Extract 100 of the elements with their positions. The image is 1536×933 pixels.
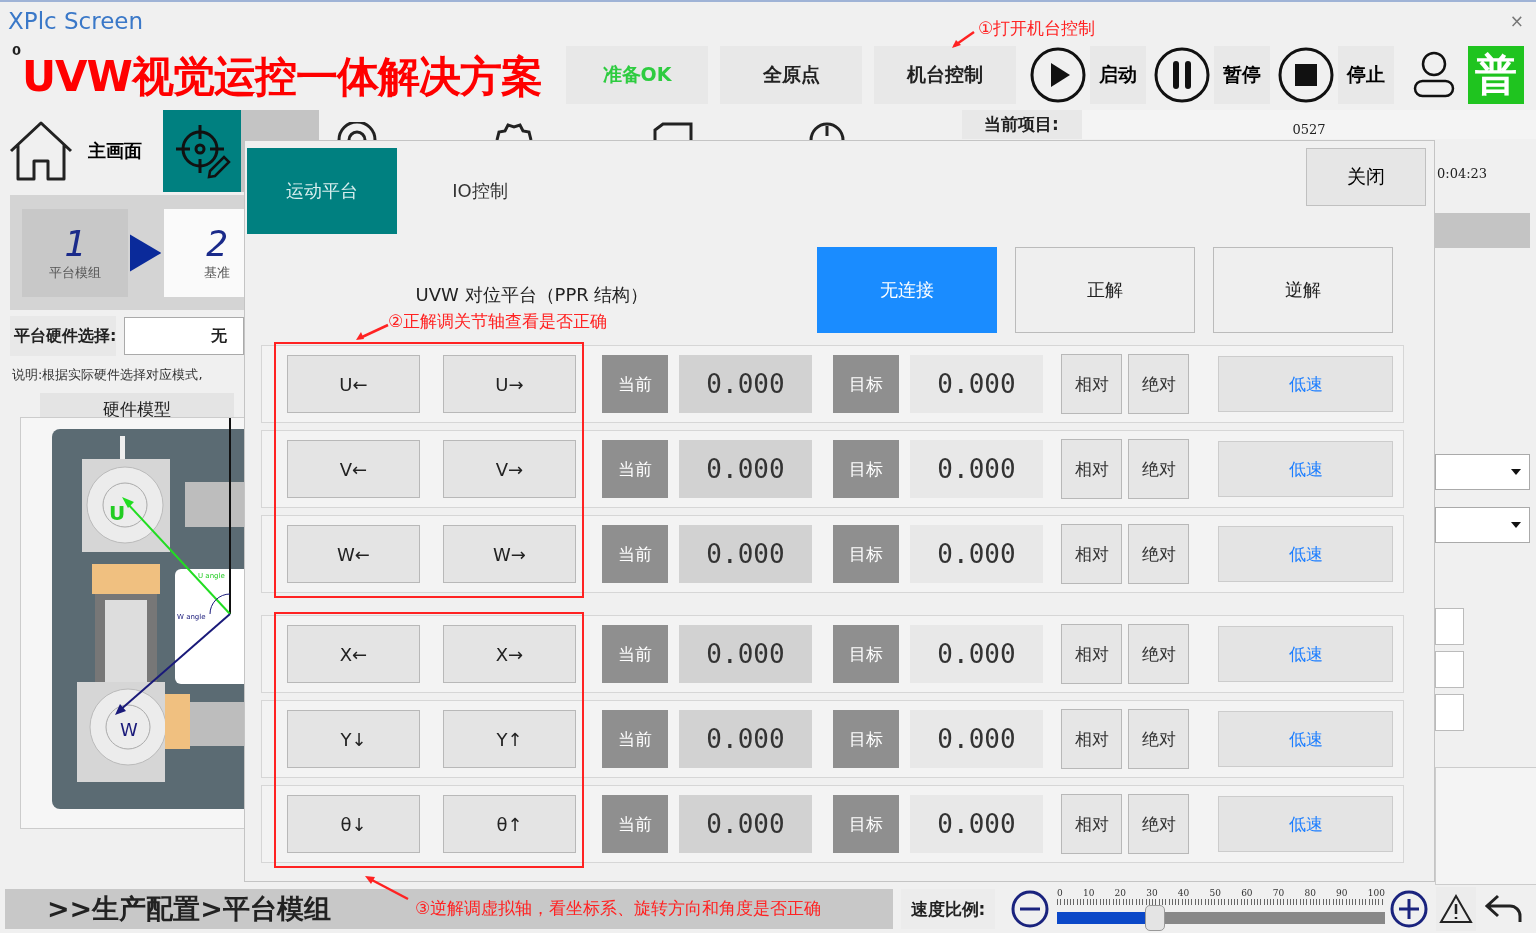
caret-icon — [1511, 522, 1521, 529]
current-label: 当前 — [602, 440, 668, 498]
relative-button[interactable]: 相对 — [1061, 624, 1122, 684]
absolute-button[interactable]: 绝对 — [1128, 524, 1189, 584]
jog-button[interactable]: U→ — [443, 355, 576, 413]
jog-button[interactable]: W← — [287, 525, 420, 583]
target-value[interactable]: 0.000 — [910, 625, 1043, 683]
target-tab[interactable] — [163, 110, 241, 192]
caret-icon — [1511, 469, 1521, 476]
callout-arrow — [950, 30, 976, 50]
breadcrumb: >>生产配置>平台模组 — [47, 892, 331, 926]
close-button[interactable]: 关闭 — [1306, 148, 1426, 206]
dial-icon[interactable] — [807, 122, 847, 140]
mode-button[interactable]: 正解 — [1015, 247, 1195, 333]
target-value[interactable]: 0.000 — [910, 355, 1043, 413]
jog-button[interactable]: X← — [287, 625, 420, 683]
target-label: 目标 — [833, 355, 899, 413]
tick-label: 60 — [1241, 887, 1253, 898]
header-button[interactable]: 机台控制 — [874, 46, 1016, 104]
play-icon — [1030, 47, 1086, 103]
pause-icon — [1154, 47, 1210, 103]
target-label: 目标 — [833, 710, 899, 768]
home-icon — [8, 119, 74, 183]
jog-button[interactable]: Y↑ — [443, 710, 576, 768]
warning-icon[interactable] — [1439, 894, 1473, 924]
speed-label: 速度比例: — [901, 889, 995, 929]
current-label: 当前 — [602, 795, 668, 853]
relative-button[interactable]: 相对 — [1061, 439, 1122, 499]
target-label: 目标 — [833, 625, 899, 683]
current-value: 0.000 — [679, 625, 812, 683]
current-value: 0.000 — [679, 440, 812, 498]
step-arrow-icon — [129, 232, 162, 273]
hint-text: 说明:根据实际硬件选择对应模式, — [12, 366, 204, 384]
start-button[interactable]: 启动 — [1030, 46, 1146, 104]
jog-button[interactable]: V→ — [443, 440, 576, 498]
callout-text: ③逆解调虚拟轴，看坐标系、旋转方向和角度是否正确 — [415, 897, 822, 920]
tick-label: 20 — [1114, 887, 1126, 898]
absolute-button[interactable]: 绝对 — [1128, 439, 1189, 499]
tick-label: 10 — [1082, 887, 1095, 898]
step-tab[interactable]: 1 平台模组 — [22, 208, 128, 297]
relative-button[interactable]: 相对 — [1061, 794, 1122, 854]
input-field[interactable] — [1435, 650, 1464, 689]
stop-icon — [1278, 47, 1334, 103]
speed-slider[interactable] — [1057, 904, 1385, 931]
ring-icon[interactable] — [335, 122, 379, 140]
jog-button[interactable]: θ↓ — [287, 795, 420, 853]
hardware-select[interactable]: 无 — [124, 317, 244, 355]
input-field[interactable] — [1435, 607, 1464, 645]
user-icon[interactable] — [1412, 51, 1456, 99]
card-icon[interactable] — [651, 122, 695, 140]
header-button[interactable]: 全原点 — [720, 46, 862, 104]
tick-label: 0 — [1057, 887, 1063, 898]
relative-button[interactable]: 相对 — [1061, 524, 1122, 584]
callout-text: ①打开机台控制 — [978, 17, 1096, 40]
dialog-tab[interactable]: IO控制 — [405, 148, 555, 234]
callout-arrow — [354, 322, 390, 342]
home-button[interactable]: 主画面 — [0, 110, 163, 192]
absolute-button[interactable]: 绝对 — [1128, 709, 1189, 769]
jog-button[interactable]: V← — [287, 440, 420, 498]
tick-label: 40 — [1177, 887, 1190, 898]
window-title: XPlc Screen — [8, 8, 144, 34]
target-label: 目标 — [833, 440, 899, 498]
axis-label: U — [109, 501, 126, 525]
time-text: 0:04:23 — [1436, 165, 1489, 184]
current-value: 0.000 — [679, 525, 812, 583]
relative-button[interactable]: 相对 — [1061, 354, 1122, 414]
close-button[interactable]: × — [1505, 11, 1528, 31]
jog-button[interactable]: U← — [287, 355, 420, 413]
axis-label: W — [120, 719, 138, 740]
stop-button[interactable]: 停止 — [1278, 46, 1394, 104]
mode-button[interactable]: 逆解 — [1213, 247, 1393, 333]
absolute-button[interactable]: 绝对 — [1128, 624, 1189, 684]
relative-button[interactable]: 相对 — [1061, 709, 1122, 769]
step-tab[interactable]: 2 基准 — [164, 208, 244, 297]
plus-icon[interactable] — [1390, 890, 1428, 928]
tick-label: 100 — [1367, 887, 1385, 898]
target-value[interactable]: 0.000 — [910, 795, 1043, 853]
jog-button[interactable]: W→ — [443, 525, 576, 583]
absolute-button[interactable]: 绝对 — [1128, 794, 1189, 854]
user-level-badge: 普 — [1468, 46, 1524, 104]
hardware-label: 平台硬件选择: — [10, 316, 117, 356]
target-value[interactable]: 0.000 — [910, 525, 1043, 583]
input-field[interactable] — [1435, 693, 1464, 732]
jog-button[interactable]: X→ — [443, 625, 576, 683]
current-label: 当前 — [602, 525, 668, 583]
project-value: 0527 — [1082, 110, 1536, 139]
jog-button[interactable]: Y↓ — [287, 710, 420, 768]
current-value: 0.000 — [679, 710, 812, 768]
tick-label: 70 — [1272, 887, 1285, 898]
jog-button[interactable]: θ↑ — [443, 795, 576, 853]
dialog-tab[interactable]: 运动平台 — [247, 148, 397, 234]
tick-label: 30 — [1146, 887, 1158, 898]
absolute-button[interactable]: 绝对 — [1128, 354, 1189, 414]
minus-icon[interactable] — [1011, 890, 1049, 928]
slider-thumb[interactable] — [1145, 904, 1166, 931]
target-value[interactable]: 0.000 — [910, 440, 1043, 498]
pause-button[interactable]: 暂停 — [1154, 46, 1270, 104]
tick-label: 80 — [1304, 887, 1316, 898]
callout-text: ②正解调关节轴查看是否正确 — [388, 310, 608, 333]
target-value[interactable]: 0.000 — [910, 710, 1043, 768]
